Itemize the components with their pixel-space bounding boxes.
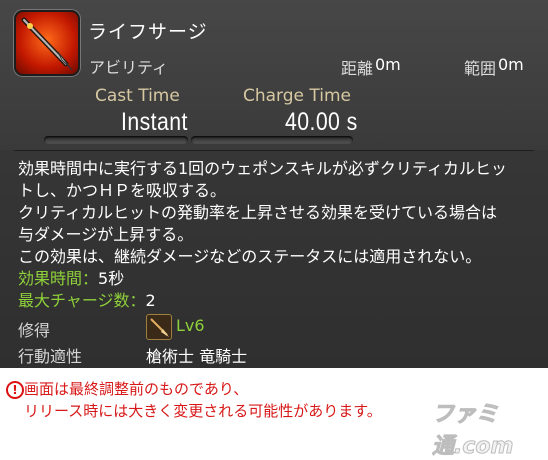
- life-surge-icon: [14, 10, 80, 76]
- charges-value: 2: [145, 291, 156, 310]
- jobs-value: 槍術士 竜騎士: [146, 347, 248, 366]
- description-line: クリティカルヒットの発動率を上昇させる効果を受けている場合は: [18, 203, 498, 222]
- range-label: 距離: [341, 59, 374, 78]
- radius-value: 0m: [498, 55, 524, 74]
- charge-time-bar: [191, 136, 353, 144]
- ability-tooltip: ライフサージ アビリティ 距離 0m 範囲 0m Cast Time Insta…: [0, 0, 548, 368]
- range-value: 0m: [375, 55, 401, 74]
- notice-line-1: 画面は最終調整前のものであり、: [24, 380, 249, 398]
- tooltip-header: ライフサージ アビリティ 距離 0m 範囲 0m Cast Time Insta…: [0, 0, 548, 150]
- famitsu-logo: ファミ通.com: [432, 402, 514, 460]
- notice-line-2: リリース時には大きく変更される可能性があります。: [24, 402, 382, 420]
- duration-label: 効果時間：: [18, 269, 99, 288]
- warning-circle-icon: !: [6, 381, 24, 399]
- lancer-spear-icon: [146, 314, 172, 340]
- radius-label: 範囲: [464, 59, 497, 78]
- description-line: 与ダメージが上昇する。: [18, 225, 194, 244]
- cast-time-value: Instant: [121, 108, 188, 136]
- charge-time-label: Charge Time: [243, 86, 352, 106]
- charges-label: 最大チャージ数：: [18, 291, 146, 310]
- ability-type: アビリティ: [89, 58, 169, 77]
- cast-time-label: Cast Time: [95, 86, 180, 106]
- charges-row: 最大チャージ数：2: [18, 290, 538, 312]
- description-line: この効果は、継続ダメージなどのステータスには適用されない。: [18, 247, 482, 266]
- duration-value: 5秒: [98, 269, 125, 288]
- description-line: 効果時間中に実行する1回のウェポンスキルが必ずクリティカルヒッ: [18, 159, 507, 178]
- cast-time-bar: [44, 136, 188, 144]
- acquired-label: 修得: [18, 321, 51, 340]
- description-line: トし、かつＨＰを吸収する。: [18, 181, 227, 200]
- charge-time-value: 40.00 s: [285, 108, 358, 136]
- ability-description: 効果時間中に実行する1回のウェポンスキルが必ずクリティカルヒッ トし、かつＨＰを…: [18, 158, 538, 312]
- header-divider: [14, 150, 534, 151]
- ability-name: ライフサージ: [88, 21, 208, 43]
- jobs-label: 行動適性: [18, 347, 83, 366]
- duration-row: 効果時間：5秒: [18, 268, 538, 290]
- acquired-level: Lv6: [176, 316, 205, 335]
